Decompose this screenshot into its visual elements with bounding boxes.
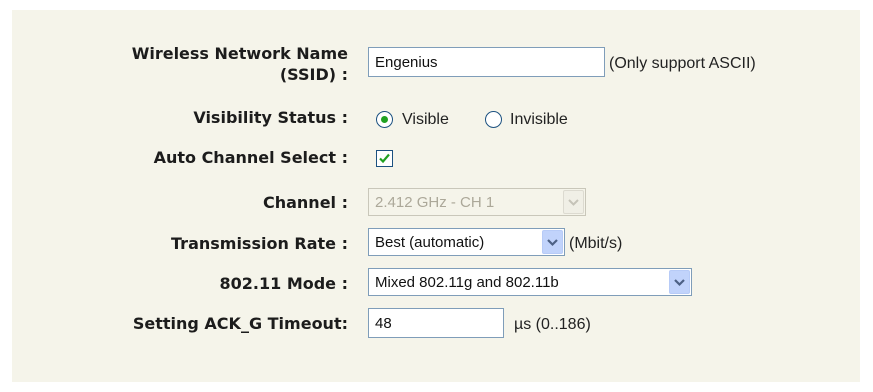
auto-channel-label: Auto Channel Select : xyxy=(153,148,348,167)
ssid-input[interactable]: Engenius xyxy=(368,47,605,77)
ssid-ascii-note: (Only support ASCII) xyxy=(609,55,756,72)
chevron-down-icon[interactable] xyxy=(669,270,690,294)
transmission-rate-label: Transmission Rate : xyxy=(171,234,348,253)
chevron-down-icon[interactable] xyxy=(542,230,563,254)
ack-timeout-range: µs (0..186) xyxy=(514,316,591,333)
transmission-rate-unit: (Mbit/s) xyxy=(569,235,623,252)
ack-timeout-input[interactable]: 48 xyxy=(368,308,504,338)
auto-channel-checkbox[interactable] xyxy=(376,150,393,167)
chevron-down-icon xyxy=(563,190,584,214)
mode-select[interactable]: Mixed 802.11g and 802.11b xyxy=(368,268,692,296)
checkmark-icon xyxy=(379,153,390,164)
invisible-radio-label[interactable]: Invisible xyxy=(510,111,568,129)
visibility-status-label: Visibility Status : xyxy=(193,108,348,127)
ssid-label-line1: Wireless Network Name xyxy=(131,44,348,63)
wireless-settings-panel: Wireless Network Name (SSID) : Engenius … xyxy=(12,10,860,382)
channel-select-value: 2.412 GHz - CH 1 xyxy=(375,194,495,211)
transmission-rate-value: Best (automatic) xyxy=(375,234,485,251)
mode-label: 802.11 Mode : xyxy=(219,274,349,293)
transmission-rate-select[interactable]: Best (automatic) xyxy=(368,228,565,256)
channel-select: 2.412 GHz - CH 1 xyxy=(368,188,586,216)
channel-label: Channel : xyxy=(262,193,348,212)
ack-timeout-label: Setting ACK_G Timeout: xyxy=(132,314,348,333)
ssid-label-line2: (SSID) : xyxy=(279,65,348,84)
visible-radio[interactable] xyxy=(376,111,393,128)
radio-selected-dot xyxy=(381,116,388,123)
invisible-radio[interactable] xyxy=(485,111,502,128)
visible-radio-label[interactable]: Visible xyxy=(402,111,449,129)
mode-select-value: Mixed 802.11g and 802.11b xyxy=(375,274,559,291)
